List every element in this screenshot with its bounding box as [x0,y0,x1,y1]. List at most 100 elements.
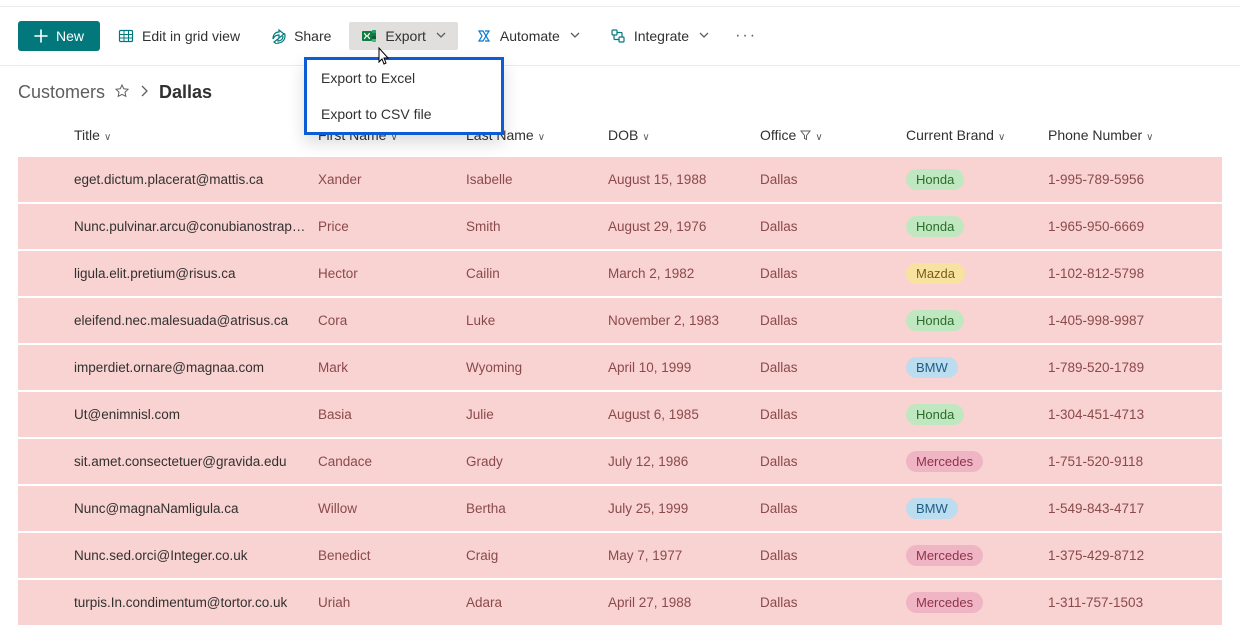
phone-cell: 1-102-812-5798 [1048,250,1222,297]
last-name-cell: Smith [466,203,608,250]
phone-cell: 1-375-429-8712 [1048,532,1222,579]
brand-cell: Honda [906,203,1048,250]
phone-cell: 1-995-789-5956 [1048,157,1222,203]
integrate-button[interactable]: Integrate [598,22,721,50]
export-to-excel-item[interactable]: Export to Excel [307,60,501,96]
new-button[interactable]: New [18,21,100,51]
command-bar: New Edit in grid view Share Export Autom… [0,7,1240,66]
export-button[interactable]: Export [349,22,457,50]
chevron-down-icon: ∨ [998,132,1005,143]
title-cell: imperdiet.ornare@magnaa.com [18,344,318,391]
table-row[interactable]: Nunc@magnaNamligula.caWillowBerthaJuly 2… [18,485,1222,532]
breadcrumb-root[interactable]: Customers [18,82,105,103]
dob-cell: August 29, 1976 [608,203,760,250]
chevron-down-icon: ∨ [815,132,822,143]
dob-cell: August 15, 1988 [608,157,760,203]
phone-cell: 1-405-998-9987 [1048,297,1222,344]
office-cell: Dallas [760,391,906,438]
table-row[interactable]: turpis.In.condimentum@tortor.co.ukUriahA… [18,579,1222,626]
flow-icon [476,28,492,44]
col-header-phone[interactable]: Phone Number∨ [1048,113,1222,157]
title-cell: Nunc@magnaNamligula.ca [18,485,318,532]
title-cell: eleifend.nec.malesuada@atrisus.ca [18,297,318,344]
table-header-row: Title∨ First Name∨ Last Name∨ DOB∨ Offic… [18,113,1222,157]
edit-in-grid-button[interactable]: Edit in grid view [106,22,252,50]
brand-cell: BMW [906,344,1048,391]
first-name-cell: Xander [318,157,466,203]
dob-cell: April 27, 1988 [608,579,760,626]
brand-cell: Honda [906,391,1048,438]
first-name-cell: Hector [318,250,466,297]
chevron-down-icon: ∨ [642,132,649,143]
first-name-cell: Price [318,203,466,250]
export-label: Export [385,28,425,44]
office-cell: Dallas [760,579,906,626]
col-header-brand[interactable]: Current Brand∨ [906,113,1048,157]
table-row[interactable]: ligula.elit.pretium@risus.caHectorCailin… [18,250,1222,297]
table-row[interactable]: eleifend.nec.malesuada@atrisus.caCoraLuk… [18,297,1222,344]
last-name-cell: Luke [466,297,608,344]
table-row[interactable]: Nunc.pulvinar.arcu@conubianostraper.eduP… [18,203,1222,250]
table-row[interactable]: sit.amet.consectetuer@gravida.eduCandace… [18,438,1222,485]
brand-cell: Mercedes [906,532,1048,579]
office-cell: Dallas [760,203,906,250]
table-row[interactable]: imperdiet.ornare@magnaa.comMarkWyomingAp… [18,344,1222,391]
first-name-cell: Basia [318,391,466,438]
phone-cell: 1-311-757-1503 [1048,579,1222,626]
last-name-cell: Julie [466,391,608,438]
brand-badge: BMW [906,498,958,519]
first-name-cell: Cora [318,297,466,344]
integrate-label: Integrate [634,28,689,44]
chevron-down-icon: ∨ [104,132,111,143]
col-header-title[interactable]: Title∨ [18,113,318,157]
title-cell: Nunc.sed.orci@Integer.co.uk [18,532,318,579]
filter-icon [800,131,811,143]
brand-cell: BMW [906,485,1048,532]
dob-cell: August 6, 1985 [608,391,760,438]
first-name-cell: Willow [318,485,466,532]
office-cell: Dallas [760,297,906,344]
office-cell: Dallas [760,250,906,297]
dob-cell: July 12, 1986 [608,438,760,485]
table-row[interactable]: Ut@enimnisl.comBasiaJulieAugust 6, 1985D… [18,391,1222,438]
office-cell: Dallas [760,485,906,532]
phone-cell: 1-965-950-6669 [1048,203,1222,250]
brand-badge: Mercedes [906,545,983,566]
share-button[interactable]: Share [258,22,343,50]
breadcrumb: Customers Dallas [0,66,1240,113]
last-name-cell: Wyoming [466,344,608,391]
chevron-down-icon [436,30,446,43]
office-cell: Dallas [760,532,906,579]
title-cell: Nunc.pulvinar.arcu@conubianostraper.edu [18,203,318,250]
dob-cell: April 10, 1999 [608,344,760,391]
overflow-button[interactable]: ··· [727,23,765,49]
title-cell: turpis.In.condimentum@tortor.co.uk [18,579,318,626]
phone-cell: 1-789-520-1789 [1048,344,1222,391]
phone-cell: 1-751-520-9118 [1048,438,1222,485]
last-name-cell: Grady [466,438,608,485]
brand-cell: Honda [906,297,1048,344]
brand-cell: Mazda [906,250,1048,297]
first-name-cell: Benedict [318,532,466,579]
col-header-dob[interactable]: DOB∨ [608,113,760,157]
brand-badge: BMW [906,357,958,378]
brand-badge: Honda [906,169,964,190]
col-header-office[interactable]: Office∨ [760,113,906,157]
first-name-cell: Candace [318,438,466,485]
export-to-csv-item[interactable]: Export to CSV file [307,96,501,132]
breadcrumb-current: Dallas [159,82,212,103]
dob-cell: July 25, 1999 [608,485,760,532]
integrate-icon [610,28,626,44]
chevron-down-icon [570,30,580,43]
chevron-down-icon: ∨ [538,132,545,143]
export-dropdown: Export to Excel Export to CSV file [304,57,504,135]
table-row[interactable]: eget.dictum.placerat@mattis.caXanderIsab… [18,157,1222,203]
brand-badge: Mazda [906,263,965,284]
last-name-cell: Isabelle [466,157,608,203]
table-row[interactable]: Nunc.sed.orci@Integer.co.ukBenedictCraig… [18,532,1222,579]
brand-badge: Honda [906,310,964,331]
last-name-cell: Cailin [466,250,608,297]
chevron-down-icon: ∨ [1146,132,1153,143]
favorite-star-icon[interactable] [115,84,129,102]
automate-button[interactable]: Automate [464,22,592,50]
